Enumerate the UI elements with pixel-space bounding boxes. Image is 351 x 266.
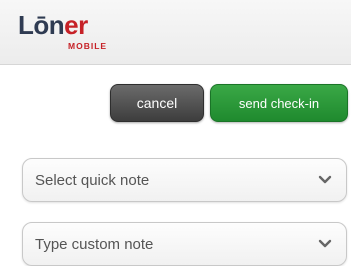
logo-subtitle: MOBILE <box>68 41 108 51</box>
custom-note-select[interactable]: Type custom note <box>22 222 347 266</box>
send-check-in-button[interactable]: send check-in <box>210 84 348 122</box>
quick-note-label: Select quick note <box>35 171 150 189</box>
chevron-down-icon <box>318 175 332 185</box>
logo-wordmark-red: er <box>64 10 88 40</box>
cancel-button[interactable]: cancel <box>110 84 204 122</box>
custom-note-label: Type custom note <box>35 235 154 253</box>
logo-wordmark: Lōner <box>18 10 88 40</box>
app-header: Lōner MOBILE <box>0 0 351 65</box>
loner-mobile-logo: Lōner MOBILE <box>18 10 128 56</box>
chevron-down-icon <box>318 239 332 249</box>
quick-note-select[interactable]: Select quick note <box>22 158 347 202</box>
logo-wordmark-dark: Lōn <box>18 10 65 40</box>
